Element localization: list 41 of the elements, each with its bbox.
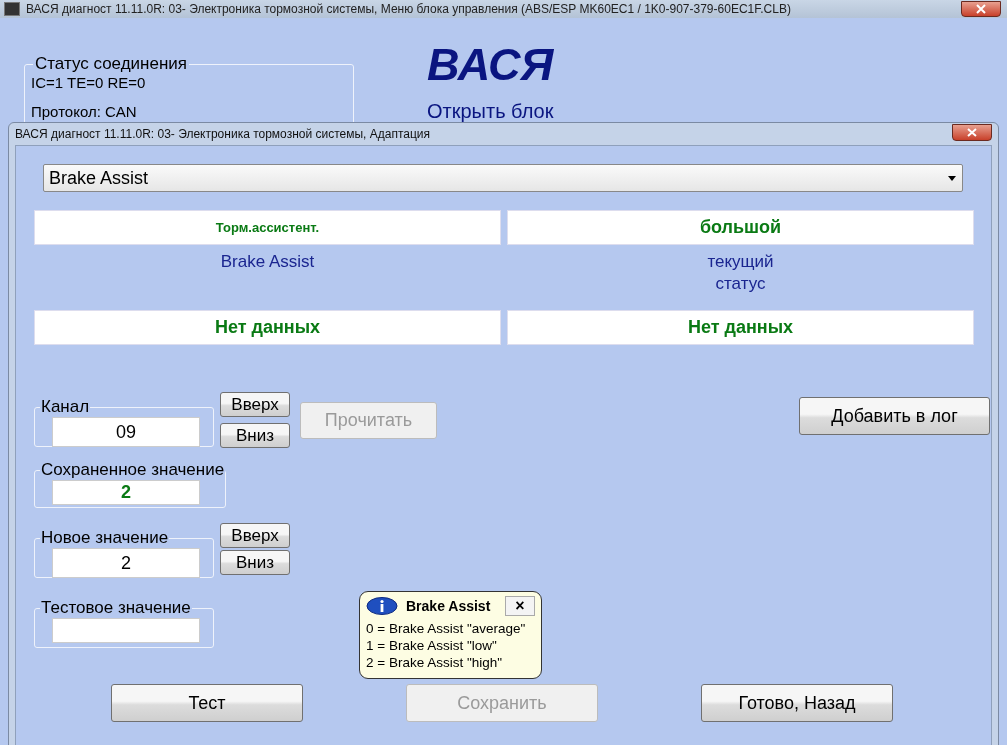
tooltip-title: Brake Assist	[406, 598, 491, 614]
group-title: Сохраненное значение	[40, 460, 226, 480]
value-caption: текущий статус	[707, 251, 774, 295]
close-icon	[976, 4, 986, 14]
value-display: Торм.ассистент.	[34, 210, 501, 245]
group-title: Канал	[40, 397, 91, 417]
test-value-field[interactable]	[52, 618, 200, 643]
down-button[interactable]: Вниз	[220, 423, 290, 448]
channel-dropdown[interactable]: Brake Assist	[43, 164, 963, 192]
stored-value-field[interactable]: 2	[52, 480, 200, 505]
tooltip-line: 1 = Brake Assist "low"	[366, 637, 498, 654]
add-to-log-button[interactable]: Добавить в лог	[799, 397, 990, 435]
close-button[interactable]	[952, 123, 992, 141]
new-value-field[interactable]: 2	[52, 548, 200, 578]
value-display: Нет данных	[507, 310, 974, 345]
value-display: Нет данных	[34, 310, 501, 345]
group-title: Статус соединения	[34, 54, 189, 74]
counters-text: IC=1 TE=0 RE=0	[31, 74, 147, 91]
window-title: ВАСЯ диагност 11.11.0R: 03- Электроника тормозной системы, Меню блока управления (ABS/ESP MK60EC1 / 1K0-907-379-60EC1F.CLB)	[26, 2, 792, 16]
value-caption: Brake Assist	[220, 251, 315, 273]
down-button[interactable]: Вниз	[220, 550, 290, 575]
protocol-text: Протокол: CAN	[31, 103, 138, 120]
open-unit-link[interactable]: Открыть блок	[427, 100, 554, 123]
close-icon	[967, 127, 977, 137]
dialog-button[interactable]: Готово, Назад	[701, 684, 893, 722]
value-display: большой	[507, 210, 974, 245]
close-button[interactable]	[961, 1, 1001, 17]
close-button[interactable]: ×	[505, 596, 535, 616]
dialog-button[interactable]: Тест	[111, 684, 303, 722]
dropdown-arrow-icon	[948, 175, 956, 181]
group-title: Тестовое значение	[40, 598, 192, 618]
brand-logo: ВАСЯ	[427, 40, 554, 90]
up-button[interactable]: Вверх	[220, 392, 290, 417]
app-icon	[4, 2, 20, 16]
info-icon	[366, 597, 398, 615]
tooltip-line: 0 = Brake Assist "average"	[366, 620, 527, 637]
channel-field[interactable]: 09	[52, 417, 200, 447]
up-button[interactable]: Вверх	[220, 523, 290, 548]
tooltip-line: 2 = Brake Assist "high"	[366, 654, 504, 671]
group-title: Новое значение	[40, 528, 170, 548]
dialog-title: ВАСЯ диагност 11.11.0R: 03- Электроника тормозной системы, Адаптация	[15, 127, 432, 141]
